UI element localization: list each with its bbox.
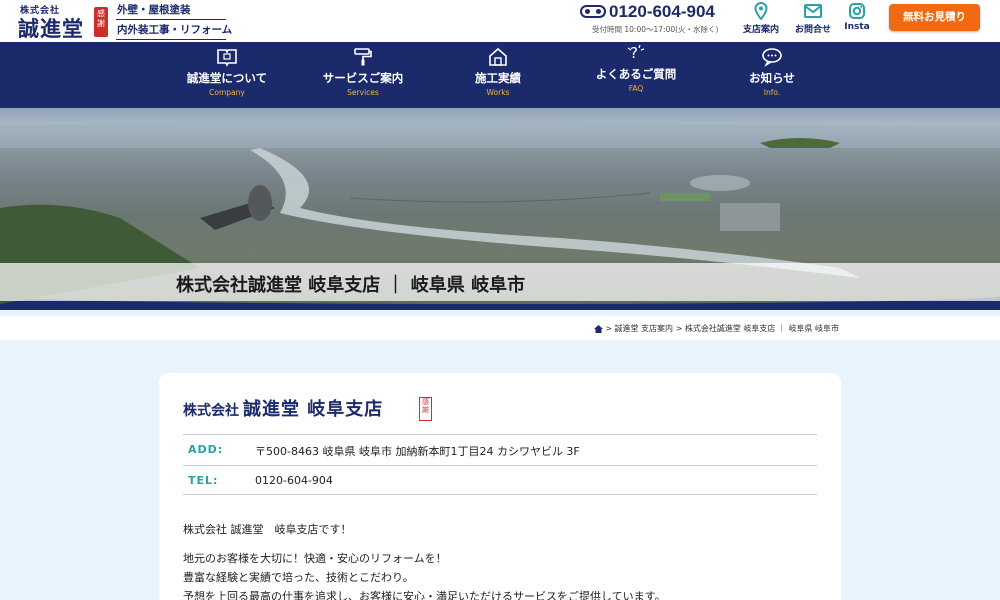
branch-heading: 株式会社 誠進堂 岐阜支店 bbox=[183, 395, 383, 421]
nav-label: 誠進堂について bbox=[186, 71, 268, 85]
phone-hours: 受付時間 10:00〜17:00(火・水除く) bbox=[592, 25, 719, 34]
branch-info-card: 株式会社 誠進堂 岐阜支店 感謝 ADD: 〒500-8463 岐阜県 岐阜市 加… bbox=[159, 373, 841, 600]
nav-sublabel: Company bbox=[209, 88, 245, 97]
branch-info-label: 支店案内 bbox=[742, 25, 779, 35]
nav-sublabel: Works bbox=[486, 88, 510, 97]
tel-row: TEL: 0120-604-904 bbox=[183, 465, 817, 495]
header-taglines: 外壁・屋根塗装 内外装工事・リフォーム bbox=[116, 0, 232, 40]
site-logo[interactable]: 株式会社 誠進堂 感謝 bbox=[18, 3, 110, 41]
address-key: ADD: bbox=[188, 443, 224, 456]
instagram-link[interactable]: Insta bbox=[829, 2, 885, 32]
phone-number[interactable]: 0120-604-904 bbox=[609, 2, 715, 22]
paint-roller-icon bbox=[354, 48, 372, 66]
nav-label: サービスご案内 bbox=[322, 71, 404, 85]
tagline-renovation: 内外装工事・リフォーム bbox=[116, 20, 232, 40]
home-icon[interactable] bbox=[594, 324, 604, 333]
breadcrumb-bar: > 誠進堂 支店案内 > 株式会社誠進堂 岐阜支店 ｜ 岐阜県 岐阜市 bbox=[0, 316, 1000, 340]
instagram-label: Insta bbox=[844, 22, 870, 32]
nav-sublabel: Services bbox=[347, 88, 379, 97]
nav-label: 施工実績 bbox=[475, 71, 521, 85]
question-icon: ? bbox=[627, 44, 645, 62]
nav-item-company[interactable]: 誠進堂について Company bbox=[167, 42, 287, 108]
breadcrumb: > 誠進堂 支店案内 > 株式会社誠進堂 岐阜支店 ｜ 岐阜県 岐阜市 bbox=[594, 323, 839, 334]
intro-paragraph: 豊富な経験と実績で培った、技術とこだわり。 bbox=[183, 571, 414, 584]
book-icon bbox=[217, 49, 237, 67]
nav-sublabel: Info. bbox=[763, 88, 781, 97]
breadcrumb-trail[interactable]: > 誠進堂 支店案内 > 株式会社誠進堂 岐阜支店 ｜ 岐阜県 岐阜市 bbox=[605, 324, 839, 333]
map-pin-icon bbox=[754, 2, 768, 20]
logo-company-name: 誠進堂 bbox=[18, 16, 84, 41]
tel-key: TEL: bbox=[188, 474, 219, 487]
branch-heading-main: 誠進堂 岐阜支店 bbox=[243, 399, 384, 420]
house-icon bbox=[489, 47, 507, 66]
freedial-icon bbox=[580, 5, 606, 18]
nav-item-services[interactable]: サービスご案内 Services bbox=[303, 42, 423, 108]
intro-paragraph: 予想を上回る最高の仕事を追求し、お客様に安心・満足いただけるサービスをご提供して… bbox=[183, 590, 666, 600]
hero-banner: 株式会社誠進堂 岐阜支店 ｜ 岐阜県 岐阜市 bbox=[0, 108, 1000, 310]
nav-item-faq[interactable]: ? よくあるご質問 FAQ bbox=[576, 38, 696, 104]
nav-label: よくあるご質問 bbox=[595, 67, 677, 81]
intro-paragraph: 地元のお客様を大切に！快適・安心のリフォームを！ bbox=[183, 552, 447, 565]
tagline-painting: 外壁・屋根塗装 bbox=[116, 0, 226, 20]
instagram-icon bbox=[849, 3, 865, 19]
logo-seal: 感謝 bbox=[94, 7, 108, 37]
site-header: 株式会社 誠進堂 感謝 外壁・屋根塗装 内外装工事・リフォーム 0120-604… bbox=[0, 0, 1000, 42]
intro-paragraph: 株式会社 誠進堂 岐阜支店です！ bbox=[183, 523, 352, 536]
free-estimate-button[interactable]: 無料お見積り bbox=[889, 4, 980, 31]
mail-icon bbox=[804, 4, 822, 18]
address-row: ADD: 〒500-8463 岐阜県 岐阜市 加納新本町1丁目24 カシワヤビル… bbox=[183, 434, 817, 464]
chat-bubble-icon bbox=[762, 48, 782, 67]
nav-sublabel: FAQ bbox=[628, 84, 644, 93]
nav-label: お知らせ bbox=[749, 71, 795, 85]
nav-item-works[interactable]: 施工実績 Works bbox=[438, 42, 558, 108]
tel-value[interactable]: 0120-604-904 bbox=[255, 474, 333, 487]
nav-item-info[interactable]: お知らせ Info. bbox=[712, 42, 832, 108]
address-value: 〒500-8463 岐阜県 岐阜市 加納新本町1丁目24 カシワヤビル 3F bbox=[255, 445, 580, 458]
branch-info-link[interactable]: 支店案内 bbox=[733, 2, 789, 35]
main-nav: 誠進堂について Company サービスご案内 Services 施工実績 Wo… bbox=[0, 42, 1000, 108]
branch-seal: 感謝 bbox=[419, 397, 432, 421]
svg-text:?: ? bbox=[630, 44, 638, 62]
page-title: 株式会社誠進堂 岐阜支店 ｜ 岐阜県 岐阜市 bbox=[176, 275, 526, 296]
branch-heading-prefix: 株式会社 bbox=[183, 403, 239, 419]
